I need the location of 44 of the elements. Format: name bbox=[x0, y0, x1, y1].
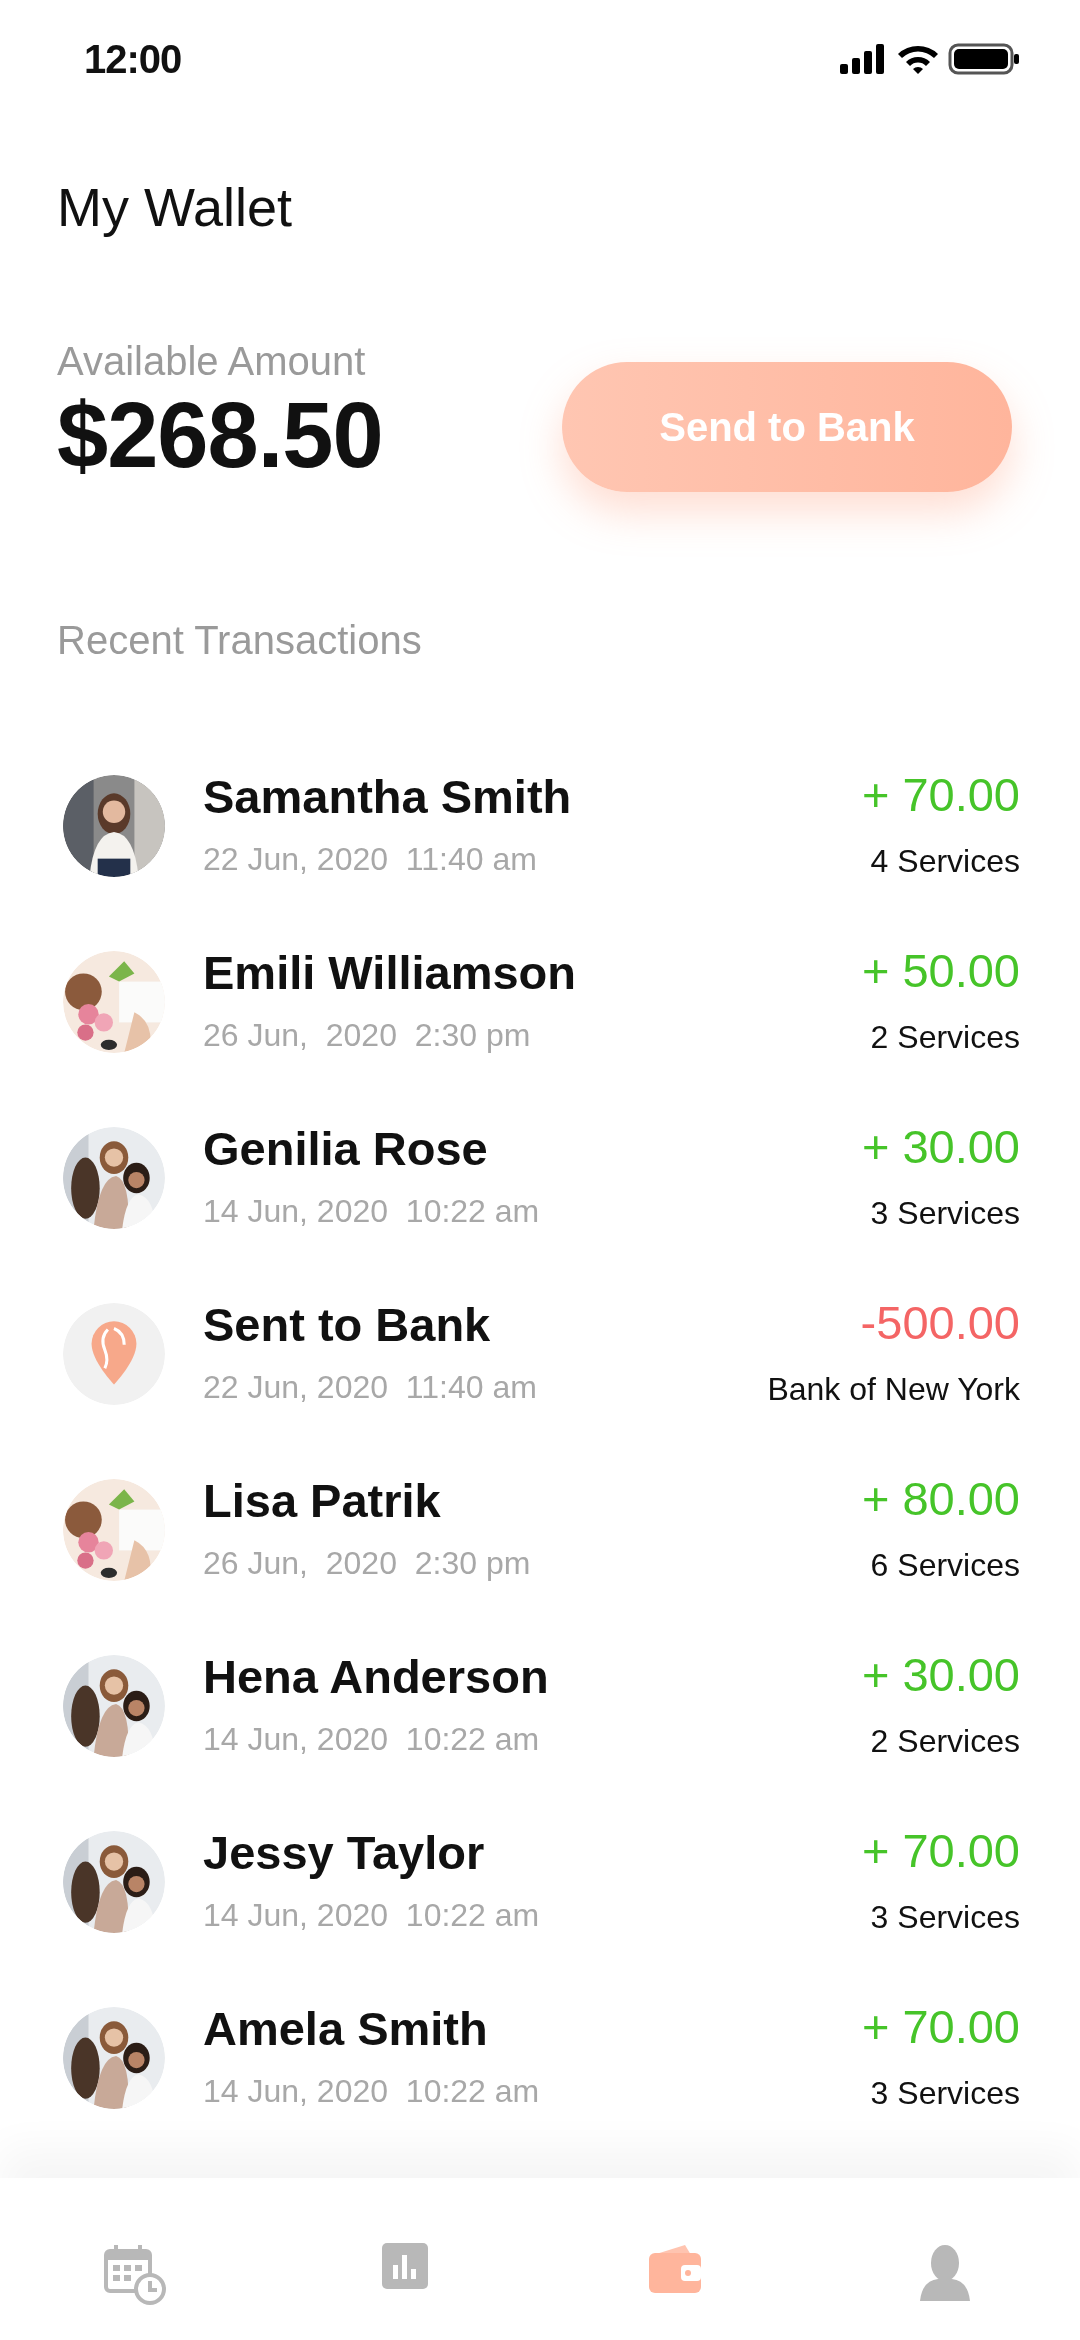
transaction-name: Jessy Taylor bbox=[203, 1825, 486, 1882]
transaction-date: 14 Jun, 2020 10:22 am bbox=[203, 1192, 541, 1232]
transaction-amount: + 70.00 bbox=[861, 1999, 1020, 2056]
transaction-date: 22 Jun, 2020 11:40 am bbox=[203, 1368, 538, 1408]
transaction-name: Amela Smith bbox=[203, 2001, 489, 2058]
status-time: 12:00 bbox=[84, 35, 182, 83]
transaction-date: 26 Jun, 2020 2:30 pm bbox=[203, 1544, 532, 1584]
transaction-detail: 3 Services bbox=[869, 1898, 1020, 1938]
transaction-name: Hena Anderson bbox=[203, 1649, 550, 1706]
page-title: My Wallet bbox=[57, 176, 293, 239]
profile-icon[interactable] bbox=[920, 2243, 970, 2301]
section-title: Recent Transactions bbox=[57, 616, 423, 664]
transaction-name: Emili Williamson bbox=[203, 945, 578, 1002]
transaction-amount: + 80.00 bbox=[861, 1471, 1020, 1528]
transaction-amount: + 30.00 bbox=[861, 1647, 1020, 1704]
transaction-detail: 6 Services bbox=[869, 1546, 1020, 1586]
battery-icon bbox=[948, 42, 1020, 75]
transaction-detail: Bank of New York bbox=[767, 1370, 1020, 1410]
transaction-detail: 3 Services bbox=[869, 2074, 1020, 2114]
transaction-amount: + 50.00 bbox=[861, 943, 1020, 1000]
transaction-detail: 2 Services bbox=[869, 1018, 1020, 1058]
balance-amount: $268.50 bbox=[57, 385, 383, 487]
transaction-name: Genilia Rose bbox=[203, 1121, 489, 1178]
transaction-detail: 2 Services bbox=[869, 1722, 1020, 1762]
transaction-amount: + 30.00 bbox=[861, 1119, 1020, 1176]
transaction-name: Sent to Bank bbox=[203, 1297, 492, 1354]
bar-chart-icon[interactable] bbox=[382, 2243, 428, 2289]
send-to-bank-button[interactable]: Send to Bank bbox=[562, 361, 1012, 492]
wallet-icon[interactable] bbox=[647, 2243, 703, 2295]
pin-logo-icon bbox=[63, 1302, 165, 1405]
transaction-date: 26 Jun, 2020 2:30 pm bbox=[203, 1016, 532, 1056]
balance-label: Available Amount bbox=[57, 338, 367, 386]
transaction-date: 22 Jun, 2020 11:40 am bbox=[203, 840, 538, 880]
transaction-name: Samantha Smith bbox=[203, 769, 573, 826]
transaction-amount: + 70.00 bbox=[861, 1823, 1020, 1880]
transaction-date: 14 Jun, 2020 10:22 am bbox=[203, 2072, 541, 2112]
transaction-amount: -500.00 bbox=[859, 1295, 1020, 1352]
transaction-name: Lisa Patrik bbox=[203, 1473, 442, 1530]
calendar-clock-icon[interactable] bbox=[104, 2243, 166, 2305]
transaction-amount: + 70.00 bbox=[861, 767, 1020, 824]
transaction-date: 14 Jun, 2020 10:22 am bbox=[203, 1896, 541, 1936]
transaction-date: 14 Jun, 2020 10:22 am bbox=[203, 1720, 541, 1760]
transaction-detail: 3 Services bbox=[869, 1194, 1020, 1234]
transaction-detail: 4 Services bbox=[869, 842, 1020, 882]
